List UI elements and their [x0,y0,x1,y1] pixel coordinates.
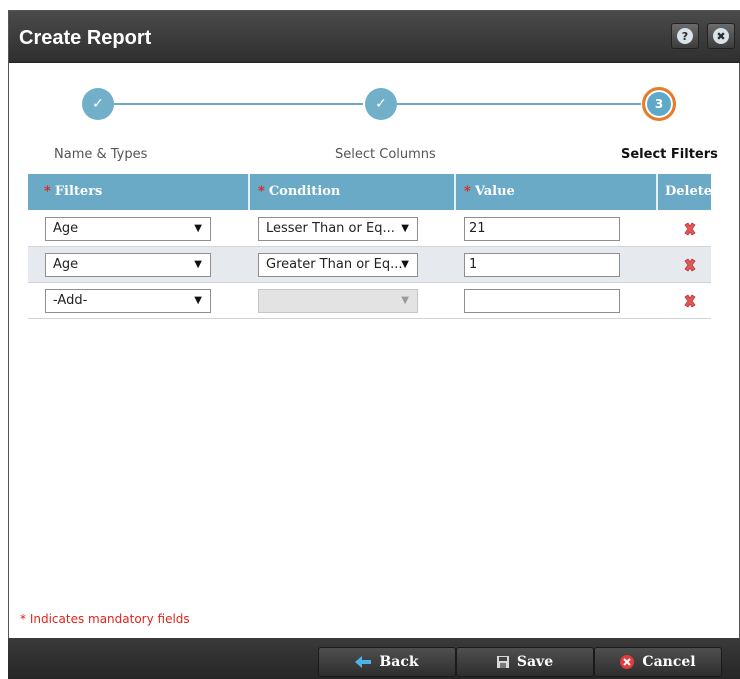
close-button[interactable]: ✖ [707,23,735,49]
arrow-left-icon [355,656,372,668]
filter-select-value: Age [53,257,79,272]
delete-icon[interactable] [683,258,697,272]
dialog-titlebar: Create Report ? ✖ [9,11,740,63]
step-2-circle[interactable]: ✓ [365,88,397,120]
chevron-down-icon: ▼ [194,295,202,306]
column-header-value: * Value [456,174,658,210]
value-input[interactable] [464,289,620,313]
column-header-condition: * Condition [250,174,456,210]
step-3-label: Select Filters [621,147,718,162]
check-icon: ✓ [92,96,104,112]
filter-select[interactable]: -Add- ▼ [45,289,211,313]
create-report-dialog: Create Report ? ✖ ✓ ✓ 3 Name & Types Sel… [8,10,740,679]
dialog-footer: Back Save Cancel [8,638,740,679]
save-button[interactable]: Save [456,647,594,677]
column-header-delete: Delete [658,174,713,210]
help-icon: ? [677,28,693,44]
required-marker: * [464,184,471,199]
chevron-down-icon: ▼ [401,295,409,306]
required-marker: * [44,184,51,199]
step-connector [113,103,363,105]
back-button[interactable]: Back [318,647,456,677]
condition-select[interactable]: Greater Than or Eq... ▼ [258,253,418,277]
column-label: Condition [268,184,341,199]
table-row: Age ▼ Lesser Than or Eq... ▼ 21 [28,211,711,247]
filters-table-header: * Filters * Condition * Value Delete [28,174,713,210]
value-input[interactable]: 21 [464,217,620,241]
step-3-number: 3 [654,97,664,111]
column-label: Filters [54,184,103,199]
back-button-label: Back [379,654,419,670]
condition-select-value: Greater Than or Eq... [266,257,403,272]
value-input[interactable]: 1 [464,253,620,277]
step-3-circle[interactable]: 3 [642,87,676,121]
check-icon: ✓ [375,96,387,112]
condition-select: ▼ [258,289,418,313]
chevron-down-icon: ▼ [401,223,409,234]
filter-select[interactable]: Age ▼ [45,253,211,277]
wizard-stepper: ✓ ✓ 3 Name & Types Select Columns Select… [9,63,740,183]
save-icon [496,656,509,668]
table-row: Age ▼ Greater Than or Eq... ▼ 1 [28,247,711,283]
step-connector [395,103,641,105]
mandatory-fields-note: * Indicates mandatory fields [20,612,190,626]
filter-select[interactable]: Age ▼ [45,217,211,241]
step-2-label: Select Columns [335,147,436,162]
condition-select-value: Lesser Than or Eq... [266,221,395,236]
chevron-down-icon: ▼ [401,259,409,270]
cancel-button-label: Cancel [642,654,696,670]
step-1-circle[interactable]: ✓ [82,88,114,120]
save-button-label: Save [516,654,554,670]
condition-select[interactable]: Lesser Than or Eq... ▼ [258,217,418,241]
filter-select-value: Age [53,221,79,236]
column-header-filters: * Filters [28,174,250,210]
close-icon: ✖ [713,28,729,44]
cancel-icon [620,655,635,669]
help-button[interactable]: ? [671,23,699,49]
delete-icon[interactable] [683,294,697,308]
delete-icon[interactable] [683,222,697,236]
step-1-label: Name & Types [54,147,148,162]
column-label: Delete [665,184,713,199]
chevron-down-icon: ▼ [194,259,202,270]
column-label: Value [474,184,515,199]
chevron-down-icon: ▼ [194,223,202,234]
cancel-button[interactable]: Cancel [594,647,722,677]
required-marker: * [258,184,265,199]
table-row: -Add- ▼ ▼ [28,283,711,319]
dialog-title: Create Report [19,27,152,49]
filter-select-value: -Add- [53,293,88,308]
